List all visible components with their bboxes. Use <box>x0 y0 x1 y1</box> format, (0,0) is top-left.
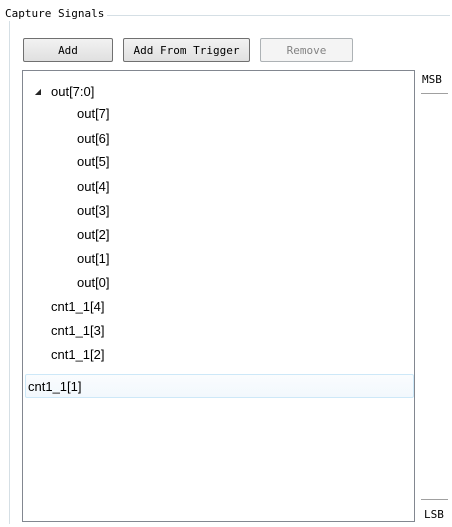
tree-item-selected[interactable]: cnt1_1[1] <box>25 374 414 398</box>
tree-item[interactable]: out[7] <box>77 102 110 124</box>
tree-item-label: out[4] <box>77 178 110 194</box>
tree-item-label: out[7:0] <box>51 83 95 99</box>
tree-item[interactable]: out[3] <box>77 199 110 221</box>
tree-item-label: cnt1_1[2] <box>51 346 105 362</box>
tree-item-label: out[1] <box>77 250 110 266</box>
lsb-label: LSB <box>424 508 444 521</box>
msb-label: MSB <box>422 73 442 86</box>
triangle-down-icon[interactable]: ◢ <box>31 87 45 96</box>
tree-item[interactable]: out[1] <box>77 247 110 269</box>
tree-item[interactable]: out[6] <box>77 127 110 149</box>
tree-item[interactable]: out[2] <box>77 223 110 245</box>
group-title: Capture Signals <box>4 7 108 21</box>
tree-item-label: cnt1_1[4] <box>51 298 105 314</box>
tree-item-label: cnt1_1[1] <box>28 378 82 394</box>
tree-item-label: out[6] <box>77 130 110 146</box>
lsb-divider <box>421 499 448 500</box>
msb-divider <box>421 93 448 94</box>
signal-tree[interactable]: ◢ out[7:0] out[7] out[6] out[5] out[4] o… <box>22 70 415 522</box>
tree-item[interactable]: out[0] <box>77 271 110 293</box>
tree-item[interactable]: out[5] <box>77 150 110 172</box>
add-from-trigger-button[interactable]: Add From Trigger <box>123 38 250 62</box>
tree-item[interactable]: cnt1_1[4] <box>51 295 105 317</box>
tree-item-label: out[3] <box>77 202 110 218</box>
tree-item-label: out[2] <box>77 226 110 242</box>
tree-item[interactable]: out[4] <box>77 175 110 197</box>
tree-item-out-bus[interactable]: ◢ out[7:0] <box>31 80 94 102</box>
tree-item-label: out[0] <box>77 274 110 290</box>
remove-button[interactable]: Remove <box>260 38 353 62</box>
tree-item[interactable]: cnt1_1[2] <box>51 343 105 365</box>
add-button[interactable]: Add <box>23 38 113 62</box>
tree-item-label: out[7] <box>77 105 110 121</box>
tree-item-label: out[5] <box>77 153 110 169</box>
tree-item[interactable]: cnt1_1[3] <box>51 319 105 341</box>
tree-item-label: cnt1_1[3] <box>51 322 105 338</box>
